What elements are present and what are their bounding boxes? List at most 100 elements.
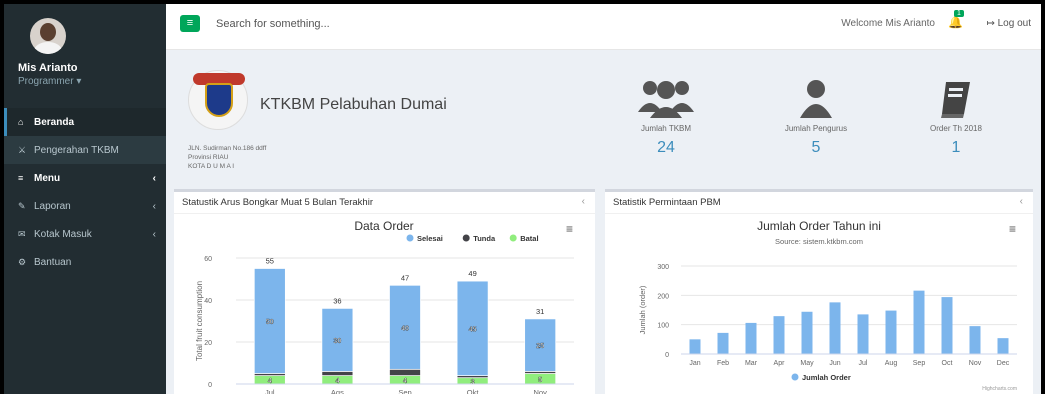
stat-value: 1	[951, 139, 961, 156]
legend-marker	[791, 373, 799, 381]
stat-label: Order Th 2018	[930, 124, 982, 133]
user-panel: Mis Arianto Programmer ▾	[4, 4, 166, 108]
avatar	[30, 18, 66, 54]
legend-marker	[406, 234, 414, 242]
search-input[interactable]: Search for something...	[216, 18, 330, 30]
x-tick-label: Jul	[265, 388, 275, 394]
y-axis-label: Jumlah (order)	[638, 285, 647, 334]
users-icon	[616, 78, 716, 118]
data-label: 25	[536, 343, 544, 350]
total-label: 36	[333, 296, 341, 305]
x-tick-label: Jul	[859, 360, 868, 367]
bar	[773, 316, 785, 354]
chevron-left-icon: ‹	[152, 172, 156, 184]
home-icon: ⌂	[18, 117, 24, 127]
sidebar-item-pengerahan[interactable]: ⚔ Pengerahan TKBM	[4, 136, 166, 164]
stat-label: Jumlah Pengurus	[784, 124, 848, 133]
address-line: KOTA D U M A I	[188, 163, 235, 170]
x-tick-label: Oct	[942, 360, 953, 367]
order-chart: Data Order 0 20 40 60 Total fruit consumption…	[195, 219, 574, 394]
help-icon: ⚙	[18, 256, 27, 267]
data-label: 3	[471, 379, 475, 386]
sidebar-item-laporan[interactable]: ✎ Laporan ‹	[4, 192, 166, 220]
notification-badge: 1	[954, 10, 964, 17]
notification-bell-icon[interactable]: 🔔 1	[948, 10, 964, 29]
legend-label: Selesai	[417, 234, 443, 243]
stat-label: Jumlah TKBM	[640, 124, 692, 133]
user-role-dropdown[interactable]: Programmer ▾	[18, 76, 166, 87]
logout-button[interactable]: ↦ Log out	[986, 18, 1031, 29]
y-tick-label: 60	[204, 256, 212, 263]
data-label: 40	[401, 325, 409, 332]
bar	[885, 310, 897, 354]
chevron-left-icon: ‹	[152, 228, 156, 240]
sidebar: Mis Arianto Programmer ▾ ⌂ Beranda ⚔ Pen…	[4, 4, 166, 394]
sidebar-item-label: Bantuan	[34, 256, 72, 268]
x-tick-label: Sep	[913, 360, 926, 367]
x-tick-label: Jan	[689, 360, 700, 367]
total-label: 47	[401, 273, 409, 282]
legend-marker	[509, 234, 517, 242]
stat-jumlah-pengurus: Jumlah Pengurus 5	[766, 78, 866, 157]
book-icon	[906, 78, 1006, 118]
chart-subtitle: Source: sistem.ktkbm.com	[775, 237, 863, 246]
sidebar-item-kotak-masuk[interactable]: ✉ Kotak Masuk ‹	[4, 220, 166, 248]
org-name: KTKBM Pelabuhan Dumai	[260, 96, 447, 113]
collapse-icon[interactable]: ‹	[1020, 196, 1023, 207]
user-name: Mis Arianto	[18, 62, 78, 74]
legend-label: Tunda	[473, 234, 496, 243]
address-line: Provinsi RIAU	[188, 154, 229, 161]
stat-value: 5	[811, 139, 821, 156]
x-tick-label: Jun	[829, 360, 840, 367]
sidebar-toggle-button[interactable]: ≡	[180, 15, 200, 32]
total-label: 49	[468, 269, 476, 278]
chart-menu-icon[interactable]: ≡	[566, 222, 573, 236]
x-tick-label: Ags	[331, 388, 344, 394]
x-tick-label: Nov	[534, 388, 548, 394]
menu-grid-icon: ≡	[18, 173, 24, 183]
bar	[941, 297, 953, 354]
org-logo	[188, 70, 248, 130]
sidebar-item-bantuan[interactable]: ⚙ Bantuan	[4, 248, 166, 276]
chart-menu-icon[interactable]: ≡	[1009, 222, 1016, 236]
x-tick-label: Feb	[717, 360, 729, 367]
org-info: KTKBM Pelabuhan Dumai JLN. Sudirman No.1…	[182, 64, 482, 174]
y-tick-label: 300	[657, 264, 669, 271]
sidebar-item-menu[interactable]: ≡ Menu ‹	[4, 164, 166, 192]
x-tick-label: Nov	[969, 360, 982, 367]
x-tick-label: Apr	[774, 360, 786, 367]
y-tick-label: 0	[665, 352, 669, 359]
bar-segment	[321, 371, 354, 376]
panel-title-text: Statustik Arus Bongkar Muat 5 Bulan Tera…	[182, 197, 373, 208]
bar	[801, 311, 813, 354]
bar	[969, 326, 981, 354]
stat-value: 24	[657, 139, 675, 156]
y-tick-label: 40	[204, 298, 212, 305]
x-tick-label: Mar	[745, 360, 758, 367]
panel-title: Statistik Permintaan PBM ‹	[605, 192, 1033, 214]
collapse-icon[interactable]: ‹	[582, 196, 585, 207]
x-tick-label: Sep	[398, 388, 411, 394]
legend-label: Jumlah Order	[802, 373, 851, 382]
bar-segment	[389, 368, 421, 376]
tools-icon: ⚔	[18, 144, 27, 155]
legend-marker	[462, 234, 470, 242]
data-label: 50	[266, 319, 274, 326]
stat-jumlah-tkbm: Jumlah TKBM 24	[616, 78, 716, 157]
bar	[913, 290, 925, 354]
panel-title-text: Statistik Permintaan PBM	[613, 197, 721, 208]
stat-order-th: Order Th 2018 1	[906, 78, 1006, 157]
sidebar-item-label: Laporan	[34, 200, 71, 212]
bar	[997, 338, 1009, 354]
sidebar-item-label: Kotak Masuk	[34, 228, 92, 240]
bar	[717, 332, 729, 354]
address-line: JLN. Sudirman No.186 ddff	[188, 145, 267, 152]
sidebar-item-label: Beranda	[34, 116, 75, 128]
logout-label: Log out	[997, 18, 1031, 29]
org-address: JLN. Sudirman No.186 ddff Provinsi RIAU …	[188, 144, 266, 171]
data-label: 45	[469, 326, 477, 333]
sidebar-item-label: Menu	[34, 172, 61, 184]
panel-arus-bongkar-muat: Statustik Arus Bongkar Muat 5 Bulan Tera…	[174, 189, 595, 394]
sidebar-item-beranda[interactable]: ⌂ Beranda	[4, 108, 166, 136]
y-tick-label: 200	[657, 293, 669, 300]
